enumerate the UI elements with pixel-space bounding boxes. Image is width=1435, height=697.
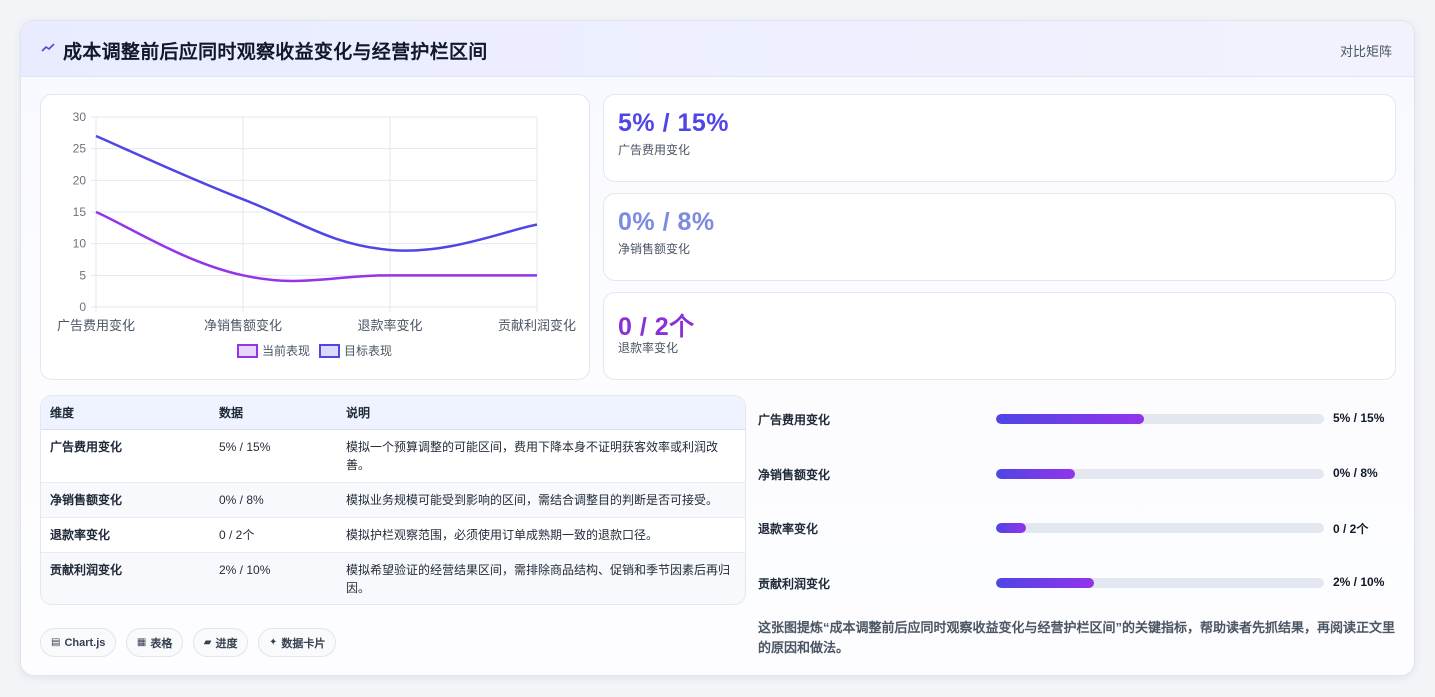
series-line [95, 134, 538, 252]
sparkle-icon: ✦ [268, 637, 278, 648]
table-row: 退款率变化 0 / 2个 模拟护栏观察范围，必须使用订单成熟期一致的退款口径。 [41, 517, 745, 553]
table-cell: 模拟一个预算调整的可能区间，费用下降本身不证明获客效率或利润改善。 [337, 429, 745, 483]
data-table: 维度 数据 说明 广告费用变化 5% / 15% 模拟一个预算调整的可能区间，费… [41, 396, 745, 604]
column-header: 维度 [41, 396, 210, 430]
table-icon: ▦ [136, 637, 147, 648]
line-chart-panel: 0 5 10 15 20 25 30 广告费用变化 净销售额变化 退款率变化 贡献利润变化当前表现 目… [40, 94, 590, 380]
table-cell: 0 / 2个 [210, 517, 337, 553]
table-cell: 净销售额变化 [41, 482, 210, 518]
y-tick-label: 20 [73, 173, 87, 187]
progress-track [996, 523, 1324, 533]
table-cell: 模拟希望验证的经营结果区间，需排除商品结构、促销和季节因素后再归因。 [346, 562, 731, 595]
progress-row: 净销售额变化 0% / 8% [758, 463, 1398, 483]
progress-fill [996, 469, 1075, 479]
y-tick-label: 25 [73, 142, 87, 156]
table-cell: 模拟护栏观察范围，必须使用订单成熟期一致的退款口径。 [337, 517, 745, 553]
dashboard-card: 成本调整前后应同时观察收益变化与经营护栏区间 对比矩阵 0 5 10 15 20 25 30… [20, 20, 1415, 676]
legend-swatch [319, 344, 340, 358]
x-tick-label: 广告费用变化 [57, 318, 135, 333]
progress-value: 0 / 2个 [1333, 522, 1369, 536]
progress-fill [996, 523, 1026, 533]
summary-text: 这张图提炼“成本调整前后应同时观察收益变化与经营护栏区间”的关键指标，帮助读者先… [758, 620, 1396, 655]
column-header: 数据 [210, 396, 337, 430]
kpi-value: 0 / 2个 [618, 313, 695, 341]
kpi-card-net-sales: 0% / 8% 净销售额变化 [603, 193, 1396, 281]
card-header: 成本调整前后应同时观察收益变化与经营护栏区间 对比矩阵 [21, 21, 1414, 77]
table-cell: 5% / 15% [210, 429, 337, 483]
kpi-label: 退款率变化 [618, 341, 679, 355]
progress-value: 2% / 10% [1333, 575, 1385, 589]
progress-value: 5% / 15% [1333, 411, 1385, 425]
table-row: 广告费用变化 5% / 15% 模拟一个预算调整的可能区间，费用下降本身不证明获… [41, 429, 745, 483]
table-cell: 广告费用变化 [41, 429, 210, 483]
data-table-panel: 维度 数据 说明 广告费用变化 5% / 15% 模拟一个预算调整的可能区间，费… [40, 395, 746, 605]
tag-label: 数据卡片 [281, 637, 326, 650]
chart-icon: ▤ [51, 637, 61, 648]
series-line [95, 210, 537, 283]
y-tick-label: 5 [79, 268, 86, 282]
kpi-value: 0% / 8% [618, 208, 715, 236]
kpi-label: 净销售额变化 [618, 242, 691, 256]
trend-icon [41, 43, 55, 52]
tag-progress[interactable]: ▰ 进度 [192, 628, 249, 657]
tag-table[interactable]: ▦ 表格 [125, 628, 184, 657]
progress-value: 0% / 8% [1333, 466, 1378, 480]
progress-label: 广告费用变化 [758, 413, 831, 427]
kpi-label: 广告费用变化 [618, 143, 691, 157]
legend-label: 当前表现 [262, 343, 310, 358]
tag-label: 进度 [215, 637, 238, 650]
progress-row: 广告费用变化 5% / 15% [758, 408, 1398, 428]
table-row: 贡献利润变化 2% / 10% 模拟希望验证的经营结果区间，需排除商品结构、促销… [41, 552, 745, 604]
table-cell: 贡献利润变化 [50, 562, 123, 577]
progress-fill [996, 578, 1095, 588]
x-tick-label: 退款率变化 [357, 318, 422, 333]
kpi-card-refund-rate: 0 / 2个 退款率变化 [603, 292, 1396, 380]
line-chart: 0 5 10 15 20 25 30 广告费用变化 净销售额变化 退款率变化 贡献利润变化当前表现 目… [57, 110, 576, 358]
table-row: 净销售额变化 0% / 8% 模拟业务规模可能受到影响的区间，需结合调整目的判断… [41, 482, 745, 518]
table-header-row: 维度 数据 说明 [41, 396, 745, 430]
y-tick-label: 30 [73, 110, 87, 124]
legend-swatch [237, 344, 258, 358]
progress-row: 贡献利润变化 2% / 10% [758, 572, 1398, 592]
progress-label: 净销售额变化 [758, 468, 831, 482]
progress-fill [996, 414, 1144, 424]
progress-track [996, 469, 1324, 479]
y-tick-label: 10 [73, 237, 87, 251]
progress-row: 退款率变化 0 / 2个 [758, 517, 1398, 537]
column-header: 说明 [337, 396, 745, 430]
table-cell: 模拟业务规模可能受到影响的区间，需结合调整目的判断是否可接受。 [337, 482, 745, 518]
tag-list: ▤ Chart.js ▦ 表格 ▰ 进度 ✦ 数据卡片 [40, 628, 341, 658]
tag-chartjs[interactable]: ▤ Chart.js [40, 628, 117, 657]
table-cell: 退款率变化 [41, 517, 210, 553]
kpi-card-ad-cost: 5% / 15% 广告费用变化 [603, 94, 1396, 182]
progress-track [996, 578, 1324, 588]
progress-label: 贡献利润变化 [758, 577, 831, 591]
tag-label: 表格 [150, 637, 173, 650]
x-tick-label: 贡献利润变化 [498, 318, 576, 333]
progress-icon: ▰ [203, 637, 212, 648]
compare-matrix-link[interactable]: 对比矩阵 [1340, 41, 1392, 60]
x-tick-label: 净销售额变化 [204, 318, 282, 333]
page-title: 成本调整前后应同时观察收益变化与经营护栏区间 [63, 42, 488, 63]
table-cell: 0% / 8% [210, 482, 337, 518]
legend-label: 目标表现 [344, 344, 392, 358]
y-tick-label: 0 [79, 300, 86, 314]
progress-label: 退款率变化 [758, 522, 819, 536]
table-cell: 2% / 10% [219, 562, 271, 577]
kpi-value: 5% / 15% [618, 109, 730, 137]
tag-label: Chart.js [64, 636, 106, 649]
y-tick-label: 15 [73, 205, 87, 219]
progress-track [996, 414, 1324, 424]
tag-data-card[interactable]: ✦ 数据卡片 [257, 628, 337, 657]
